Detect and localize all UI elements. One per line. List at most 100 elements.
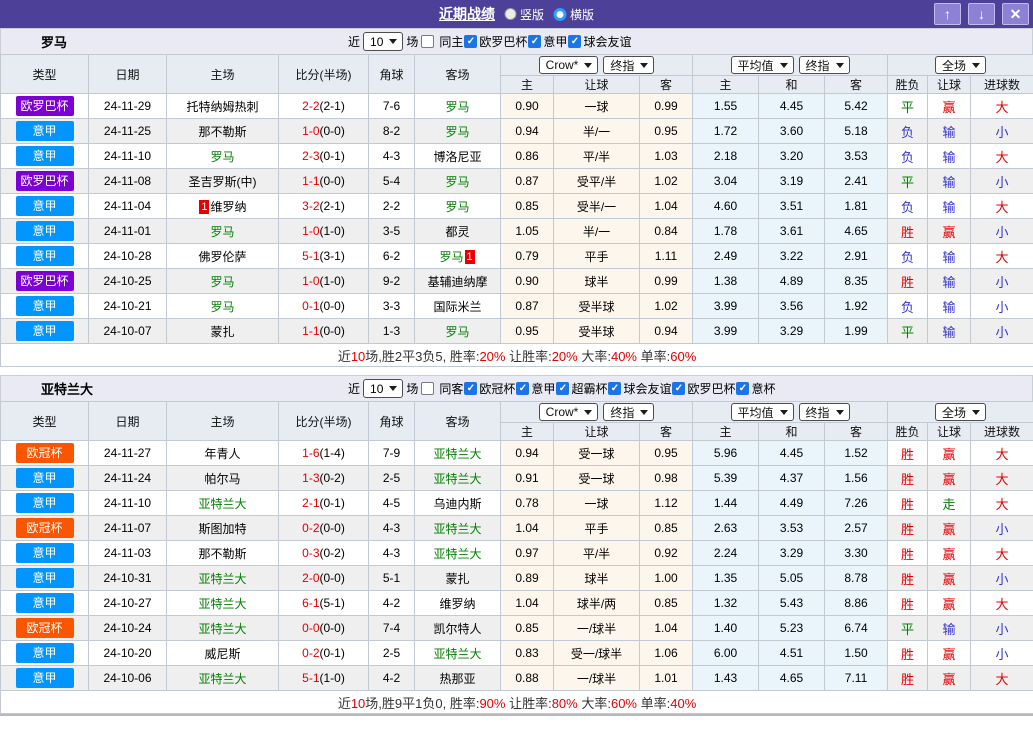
radio-unselected-icon[interactable]	[503, 8, 516, 20]
team-link: 托特纳姆热刺	[186, 99, 259, 114]
home-team-cell: 亚特兰大	[166, 590, 279, 616]
fulltime-score: 0-1	[302, 299, 320, 313]
result-cell: 大	[970, 665, 1033, 691]
summary-segment: 60%	[610, 695, 637, 711]
close-icon: ✕	[1009, 6, 1022, 22]
team-link: 亚特兰大	[433, 471, 482, 486]
match-row: 意甲 24-10-20 威尼斯 0-2(0-1) 2-5 亚特兰大 0.83 受一/球半 1.0…	[0, 640, 1033, 666]
col-header-score: 比分(半场)	[278, 401, 369, 441]
odds-time-select[interactable]: 终指	[603, 403, 655, 421]
result-cell: 输	[927, 268, 972, 294]
avg-select[interactable]: 平均值	[730, 403, 794, 421]
away-team-cell: 博洛尼亚	[414, 143, 501, 169]
result-cell: 胜	[887, 665, 929, 691]
scope-select[interactable]: 全场	[935, 56, 987, 74]
competition-type-badge: 意甲	[15, 468, 74, 488]
view-option-horizontal[interactable]: 横版	[553, 6, 594, 23]
competition-type-badge: 意甲	[15, 568, 74, 588]
handicap-odds-cell: 1.04	[500, 515, 554, 541]
away-team-cell: 乌迪内斯	[414, 490, 501, 516]
match-row: 意甲 24-10-27 亚特兰大 6-1(5-1) 4-2 维罗纳 1.04 球半/两 0.85…	[0, 590, 1033, 616]
radio-selected-icon[interactable]	[553, 7, 566, 21]
avg-time-select[interactable]: 终指	[798, 403, 850, 421]
competition-checkbox[interactable]: ✓	[464, 35, 478, 48]
view-option-vertical[interactable]: 竖版	[503, 6, 544, 23]
halftime-score: (0-0)	[319, 324, 345, 338]
odds-source-select[interactable]: Crow*	[538, 56, 599, 74]
result-cell: 输	[927, 143, 972, 169]
corner-cell: 4-5	[368, 490, 415, 516]
halftime-score: (5-1)	[319, 596, 345, 610]
corner-cell: 7-6	[368, 93, 415, 119]
team-link: 国际米兰	[433, 299, 482, 314]
handicap-odds-cell: 球半	[553, 268, 640, 294]
handicap-odds-cell: 0.92	[638, 540, 694, 566]
handicap-odds-cell: 0.90	[500, 268, 554, 294]
halftime-score: (0-2)	[319, 546, 345, 560]
move-up-button[interactable]: ↑	[934, 3, 961, 25]
close-button[interactable]: ✕	[1002, 3, 1029, 25]
match-date: 24-10-28	[88, 243, 167, 269]
competition-label: 欧罗巴杯	[479, 35, 528, 49]
summary-segment: 20%	[479, 348, 506, 364]
away-team-cell: 亚特兰大	[414, 440, 501, 466]
result-cell: 胜	[887, 218, 929, 244]
handicap-odds-cell: 0.99	[638, 93, 694, 119]
odds-source-select[interactable]: Crow*	[538, 403, 599, 421]
team-summary-stats: 近10场,胜9平1负0, 胜率:90% 让胜率:80% 大率:60% 单率:40…	[338, 696, 696, 711]
competition-type-cell: 意甲	[0, 293, 89, 319]
competition-checkbox[interactable]: ✓	[568, 35, 582, 48]
result-cell: 赢	[927, 590, 972, 616]
home-team-cell: 罗马	[166, 268, 279, 294]
recent-count-select[interactable]: 10	[363, 32, 404, 51]
competition-filters: ✓ 欧冠杯 ✓ 意甲 ✓ 超霸杯 ✓ 球会友谊 ✓ 欧罗巴杯 ✓ 意杯	[464, 380, 776, 397]
avg-odds-cell: 3.29	[758, 318, 826, 344]
odds-time-select[interactable]: 终指	[603, 56, 655, 74]
result-cell: 胜	[887, 565, 929, 591]
competition-checkbox[interactable]: ✓	[556, 382, 570, 395]
same-venue-checkbox[interactable]	[421, 382, 435, 395]
corner-cell: 4-3	[368, 540, 415, 566]
competition-type-badge: 欧罗巴杯	[15, 96, 74, 116]
result-cell: 胜	[887, 440, 929, 466]
move-down-button[interactable]: ↓	[968, 3, 995, 25]
same-venue-checkbox[interactable]	[421, 35, 435, 48]
handicap-odds-cell: 0.79	[500, 243, 554, 269]
competition-checkbox[interactable]: ✓	[672, 382, 686, 395]
result-cell: 小	[970, 640, 1033, 666]
corner-cell: 2-5	[368, 465, 415, 491]
avg-odds-cell: 2.91	[824, 243, 889, 269]
competition-checkbox[interactable]: ✓	[528, 35, 542, 48]
competition-checkbox[interactable]: ✓	[464, 382, 478, 395]
avg-time-select[interactable]: 终指	[798, 56, 850, 74]
col-header-corner: 角球	[368, 54, 415, 94]
match-date: 24-10-21	[88, 293, 167, 319]
away-team-cell: 蒙扎	[414, 565, 501, 591]
competition-checkbox[interactable]: ✓	[736, 382, 750, 395]
down-arrow-icon: ↓	[978, 6, 985, 22]
scope-select[interactable]: 全场	[935, 403, 987, 421]
scope-group-header: 全场	[887, 401, 1033, 423]
handicap-odds-cell: 0.94	[500, 118, 554, 144]
avg-odds-cell: 1.52	[824, 440, 889, 466]
handicap-odds-cell: 平手	[553, 243, 640, 269]
score-cell: 1-6(1-4)	[278, 440, 369, 466]
avg-odds-cell: 2.57	[824, 515, 889, 541]
avg-select[interactable]: 平均值	[730, 56, 794, 74]
score-cell: 5-1(3-1)	[278, 243, 369, 269]
summary-segment: 近	[337, 695, 351, 711]
competition-type-cell: 意甲	[0, 243, 89, 269]
recent-count-select[interactable]: 10	[363, 379, 404, 398]
competition-checkbox[interactable]: ✓	[516, 382, 530, 395]
competition-type-badge: 意甲	[15, 146, 74, 166]
avg-odds-cell: 6.74	[824, 615, 889, 641]
recent-label: 近	[348, 35, 361, 49]
fulltime-score: 6-1	[302, 596, 320, 610]
competition-checkbox[interactable]: ✓	[608, 382, 622, 395]
halftime-score: (1-0)	[319, 274, 345, 288]
match-date: 24-11-08	[88, 168, 167, 194]
match-date: 24-10-27	[88, 590, 167, 616]
competition-label: 超霸杯	[571, 382, 608, 396]
handicap-odds-cell: 0.85	[638, 590, 694, 616]
handicap-odds-cell: 平/半	[553, 143, 640, 169]
